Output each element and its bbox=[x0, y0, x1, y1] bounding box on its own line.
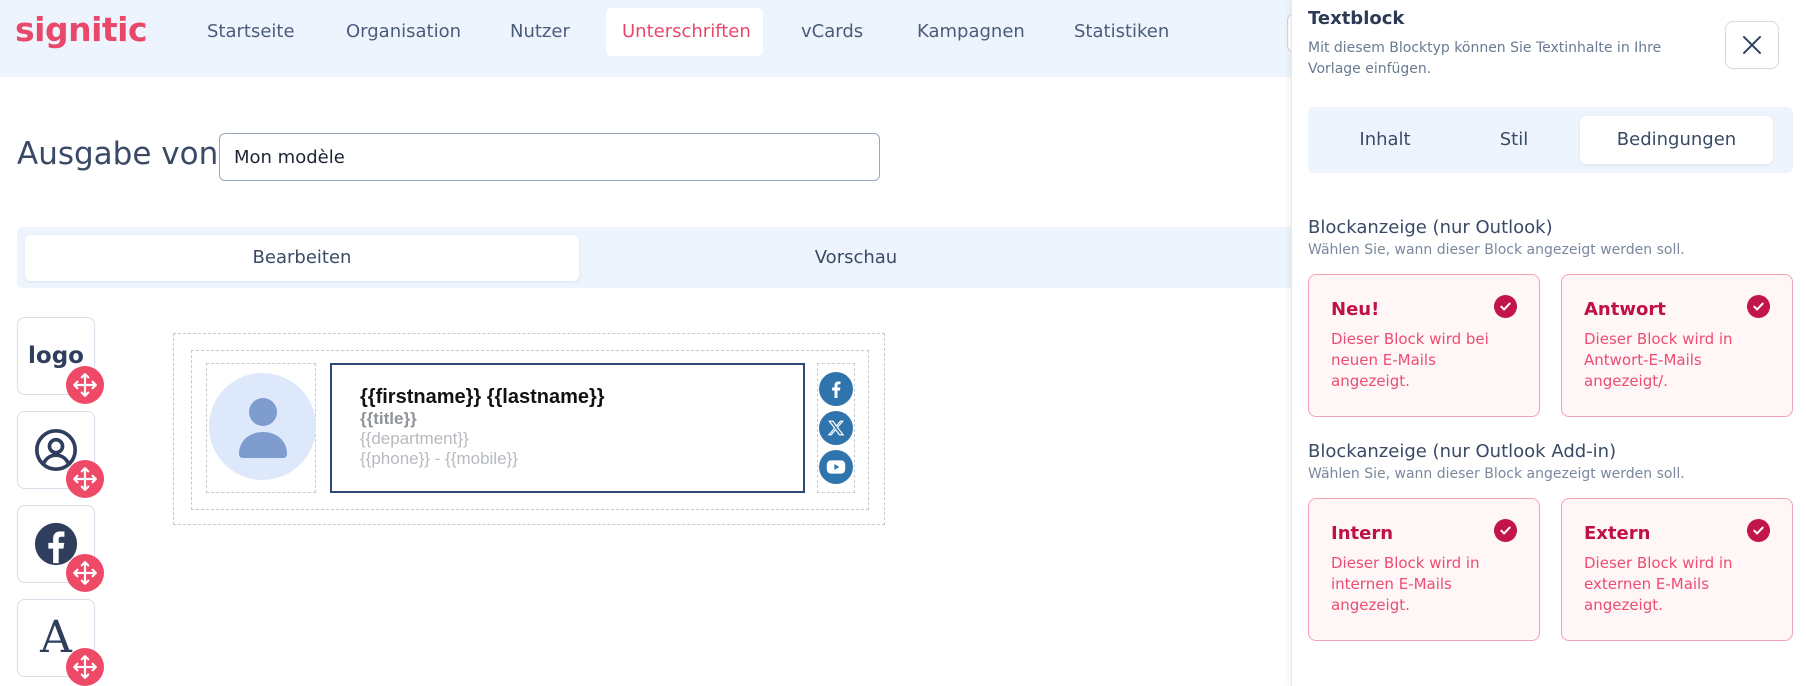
check-icon bbox=[1494, 295, 1517, 318]
youtube-icon[interactable] bbox=[819, 449, 853, 484]
check-icon bbox=[1494, 519, 1517, 542]
check-icon bbox=[1747, 295, 1770, 318]
move-icon[interactable] bbox=[66, 460, 104, 498]
mode-tabs: Bearbeiten Vorschau bbox=[17, 227, 1300, 288]
palette-social-block[interactable] bbox=[17, 505, 104, 592]
nav-item-unterschriften[interactable]: Unterschriften bbox=[606, 8, 763, 56]
section-title-outlook: Blockanzeige (nur Outlook) bbox=[1308, 217, 1553, 238]
panel-description: Mit diesem Blocktyp können Sie Textinhal… bbox=[1308, 40, 1662, 77]
card-title: Neu! bbox=[1331, 299, 1380, 320]
close-button[interactable] bbox=[1725, 21, 1779, 69]
card-description: Dieser Block wird in externen E-Mails an… bbox=[1584, 554, 1733, 614]
user-placeholder-icon bbox=[238, 397, 287, 458]
panel-tabs: Inhalt Stil Bedingungen bbox=[1308, 107, 1793, 173]
tab-vorschau[interactable]: Vorschau bbox=[579, 235, 1133, 281]
card-description: Dieser Block wird in Antwort-E-Mails ang… bbox=[1584, 330, 1733, 390]
avatar-cell[interactable] bbox=[206, 363, 316, 493]
tab-inhalt[interactable]: Inhalt bbox=[1316, 116, 1454, 164]
nav-item-vcards[interactable]: vCards bbox=[785, 8, 879, 56]
move-icon[interactable] bbox=[66, 648, 104, 686]
palette-text-block[interactable]: A bbox=[17, 599, 104, 686]
template-name-input[interactable] bbox=[219, 133, 880, 181]
section-desc-addin: Wählen Sie, wann dieser Block angezeigt … bbox=[1308, 466, 1685, 482]
facebook-icon[interactable] bbox=[819, 372, 853, 407]
signature-department: {{department}} bbox=[360, 429, 469, 448]
x-icon[interactable] bbox=[819, 410, 853, 445]
condition-card-extern[interactable]: Extern Dieser Block wird in externen E-M… bbox=[1561, 498, 1793, 641]
logo-block-label: logo bbox=[28, 343, 84, 369]
condition-card-antwort[interactable]: Antwort Dieser Block wird in Antwort-E-M… bbox=[1561, 274, 1793, 417]
tab-bedingungen[interactable]: Bedingungen bbox=[1580, 116, 1773, 164]
card-title: Antwort bbox=[1584, 299, 1666, 320]
nav-item-startseite[interactable]: Startseite bbox=[191, 8, 311, 56]
panel-title: Textblock bbox=[1308, 8, 1405, 29]
section-desc-outlook: Wählen Sie, wann dieser Block angezeigt … bbox=[1308, 242, 1685, 258]
check-icon bbox=[1747, 519, 1770, 542]
text-block-selected[interactable]: {{firstname}} {{lastname}} {{title}} {{d… bbox=[330, 363, 805, 493]
signature-phones: {{phone}} - {{mobile}} bbox=[360, 449, 518, 468]
close-icon bbox=[1743, 36, 1761, 54]
move-icon[interactable] bbox=[66, 554, 104, 592]
palette-avatar-block[interactable] bbox=[17, 411, 104, 498]
card-title: Intern bbox=[1331, 523, 1394, 544]
card-description: Dieser Block wird in internen E-Mails an… bbox=[1331, 554, 1480, 614]
card-title: Extern bbox=[1584, 523, 1651, 544]
avatar bbox=[209, 373, 316, 480]
palette-logo-block[interactable]: logo bbox=[17, 317, 104, 404]
section-title-addin: Blockanzeige (nur Outlook Add-in) bbox=[1308, 441, 1617, 462]
nav-item-kampagnen[interactable]: Kampagnen bbox=[901, 8, 1041, 56]
text-block-icon: A bbox=[40, 612, 72, 663]
social-icons-cell[interactable] bbox=[817, 363, 855, 493]
card-description: Dieser Block wird bei neuen E-Mails ange… bbox=[1331, 330, 1489, 390]
signature-title: {{title}} bbox=[360, 409, 417, 428]
signature-name: {{firstname}} {{lastname}} bbox=[360, 386, 605, 408]
tab-bearbeiten[interactable]: Bearbeiten bbox=[25, 235, 579, 281]
condition-card-neu[interactable]: Neu! Dieser Block wird bei neuen E-Mails… bbox=[1308, 274, 1540, 417]
page-title: Ausgabe von bbox=[17, 136, 219, 172]
tab-stil[interactable]: Stil bbox=[1454, 116, 1574, 164]
nav-item-statistiken[interactable]: Statistiken bbox=[1058, 8, 1185, 56]
nav-item-organisation[interactable]: Organisation bbox=[330, 8, 477, 56]
move-icon[interactable] bbox=[66, 366, 104, 404]
nav-item-nutzer[interactable]: Nutzer bbox=[494, 8, 586, 56]
condition-card-intern[interactable]: Intern Dieser Block wird in internen E-M… bbox=[1308, 498, 1540, 641]
block-settings-panel: Textblock Mit diesem Blocktyp können Sie… bbox=[1291, 0, 1806, 686]
brand-logo[interactable]: signitic bbox=[15, 10, 148, 49]
signature-canvas[interactable]: {{firstname}} {{lastname}} {{title}} {{d… bbox=[173, 333, 885, 525]
